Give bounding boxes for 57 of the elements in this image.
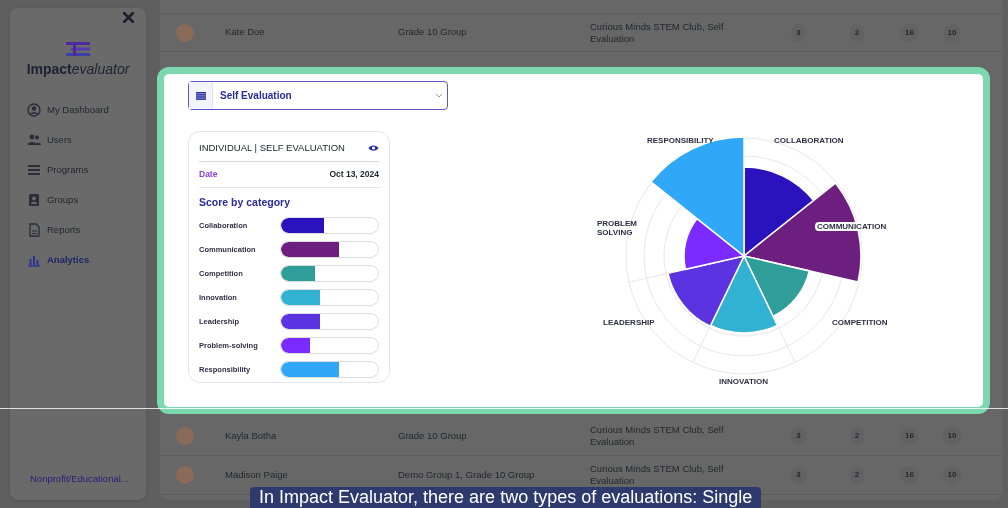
count-badge: 2: [849, 23, 865, 42]
count-badge: 10: [942, 23, 962, 42]
card-title: INDIVIDUAL | SELF EVALUATION: [199, 141, 345, 155]
organization-link[interactable]: Nonprofit/Educational...: [30, 471, 146, 486]
users-icon: [27, 133, 41, 147]
avatar: [176, 427, 194, 445]
list-icon: [27, 163, 41, 177]
count-badge: 16: [900, 466, 919, 484]
chart-label: COMPETITION: [832, 318, 888, 327]
count-badge: 3: [791, 23, 806, 42]
evaluation-dropdown[interactable]: Self Evaluation: [188, 81, 448, 110]
sidebar-item[interactable]: Programs: [27, 160, 146, 180]
caption: In Impact Evaluator, there are two types of evaluations: Single: [250, 487, 762, 508]
group-cell-text: Grade 10 Group: [398, 25, 468, 40]
avatar: [176, 23, 194, 42]
group-cell-text: Grade 10 Group: [398, 428, 468, 443]
sidebar-item[interactable]: Reports: [27, 220, 146, 240]
count-badge: 3: [791, 466, 806, 484]
bar-chart-icon: [27, 253, 41, 267]
count-badge: 2: [849, 427, 865, 445]
count-badge: 10: [942, 466, 962, 484]
count-badge: 3: [791, 427, 806, 445]
id-card-icon: [27, 193, 41, 207]
chart-label: INNOVATION: [719, 377, 769, 386]
list-icon: [195, 91, 206, 100]
chart-label: RESPONSIBILITY: [647, 136, 714, 145]
name-cell-text: Madison Paige: [225, 467, 289, 482]
date-label: Date: [199, 168, 218, 181]
program-cell-text: Curious Minds STEM Club, Self Evaluation: [590, 20, 725, 45]
chart-label: COMMUNICATION: [815, 222, 889, 231]
sidebar-item[interactable]: Users: [27, 130, 146, 150]
group-cell-text: Demo Group 1, Grade 10 Group: [398, 467, 536, 482]
brand-name: Impactevaluator: [26, 60, 130, 79]
name-cell-text: Kate Doe: [225, 25, 266, 40]
name-cell-text: Kayla Botha: [225, 428, 278, 443]
program-cell-text: Curious Minds STEM Club, Self Evaluation: [590, 424, 725, 448]
eye-icon: [368, 144, 379, 153]
date-value: Oct 13, 2024: [329, 168, 379, 181]
chevron-down-icon: [435, 93, 443, 98]
sidebar-item[interactable]: My Dashboard: [27, 100, 146, 120]
chart-label: COLLABORATION: [774, 136, 844, 145]
close-icon: [123, 12, 134, 23]
chart-label: PROBLEM SOLVING: [597, 219, 638, 237]
program-cell-text: Curious Minds STEM Club, Self Evaluation: [590, 463, 725, 487]
close-button[interactable]: [123, 12, 134, 23]
logo-icon: [66, 42, 90, 56]
count-badge: 16: [900, 427, 919, 445]
count-badge: 16: [900, 23, 919, 42]
sidebar-item[interactable]: Analytics: [27, 250, 146, 270]
sidebar-item[interactable]: Groups: [27, 190, 146, 210]
document-icon: [27, 223, 41, 237]
chart-label: LEADERSHIP: [603, 318, 655, 327]
section-heading: Score by category: [199, 195, 292, 210]
user-circle-icon: [27, 103, 41, 117]
count-badge: 10: [942, 427, 962, 445]
avatar: [176, 466, 194, 484]
count-badge: 2: [849, 466, 865, 484]
